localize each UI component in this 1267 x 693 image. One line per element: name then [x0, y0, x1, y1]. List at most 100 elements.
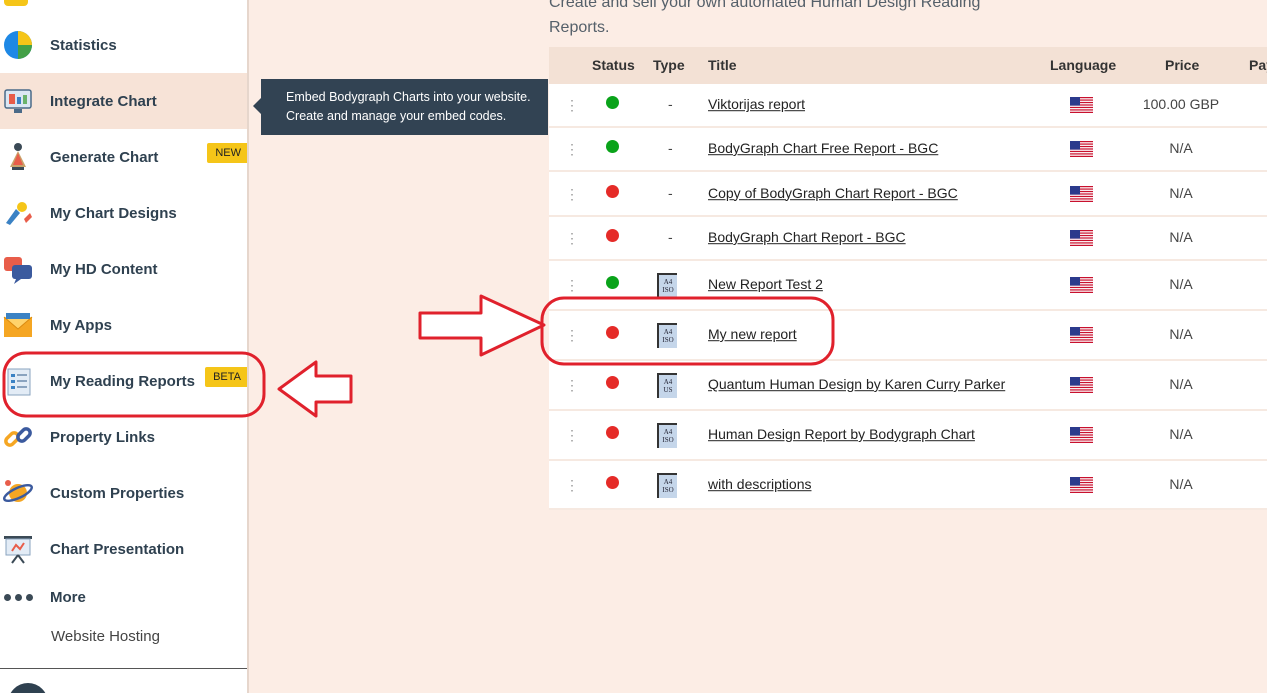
row-menu-icon[interactable]: ⋮ [565, 478, 579, 492]
pie-chart-icon [4, 31, 32, 59]
annotation-arrow-left [277, 360, 353, 418]
table-row[interactable]: ⋮ - BodyGraph Chart Report - BGC N/A [549, 217, 1267, 261]
sidebar-item-label: Property Links [50, 428, 156, 446]
beta-badge: BETA [205, 367, 247, 387]
table-header: Status Type Title Language Price Pay [549, 47, 1267, 84]
monitor-chart-icon [4, 89, 32, 113]
sidebar-divider [0, 668, 247, 669]
type-cell: - [668, 140, 673, 157]
avatar[interactable] [8, 683, 48, 693]
more-toggle[interactable]: More [50, 589, 86, 606]
us-flag-icon [1070, 141, 1093, 157]
tooltip-line-1: Embed Bodygraph Charts into your website… [286, 90, 531, 104]
envelope-icon [3, 313, 33, 337]
price-cell: N/A [1169, 376, 1193, 393]
sidebar-item-my-reading-reports[interactable]: My Reading Reports BETA [0, 353, 247, 409]
status-dot[interactable] [606, 326, 619, 339]
sidebar-item-label: My Chart Designs [50, 204, 177, 222]
price-cell: N/A [1169, 276, 1193, 293]
sidebar-item-statistics[interactable]: Statistics [0, 17, 247, 73]
table-row[interactable]: ⋮ A4 ISO My new report N/A [549, 311, 1267, 361]
row-menu-icon[interactable]: ⋮ [565, 328, 579, 342]
status-dot[interactable] [606, 140, 619, 153]
report-title-link[interactable]: Copy of BodyGraph Chart Report - BGC [708, 185, 958, 201]
more-dots-icon [4, 594, 33, 601]
table-row[interactable]: ⋮ - Copy of BodyGraph Chart Report - BGC N/… [549, 172, 1267, 217]
report-title-link[interactable]: BodyGraph Chart Free Report - BGC [708, 140, 938, 156]
document-format-icon: A4 ISO [657, 423, 677, 448]
row-menu-icon[interactable]: ⋮ [565, 428, 579, 442]
status-dot[interactable] [606, 184, 619, 198]
sidebar-item-my-apps[interactable]: My Apps [0, 297, 247, 353]
report-title-link[interactable]: New Report Test 2 [708, 276, 823, 292]
report-title-link[interactable]: BodyGraph Chart Report - BGC [708, 229, 906, 245]
report-title-link[interactable]: My new report [708, 326, 797, 342]
page-intro: Create and sell your own automated Human… [549, 0, 1249, 40]
status-dot[interactable] [606, 426, 619, 439]
us-flag-icon [1070, 277, 1093, 293]
column-header-language[interactable]: Language [1050, 57, 1116, 73]
row-menu-icon[interactable]: ⋮ [565, 187, 579, 201]
table-row[interactable]: ⋮ A4 ISO Human Design Report by Bodygraph C… [549, 411, 1267, 461]
sidebar-item-property-links[interactable]: Property Links [0, 409, 247, 465]
status-dot[interactable] [606, 475, 619, 489]
row-menu-icon[interactable]: ⋮ [565, 278, 579, 292]
integrate-chart-tooltip: Embed Bodygraph Charts into your website… [253, 79, 548, 135]
row-menu-icon[interactable]: ⋮ [565, 378, 579, 392]
column-header-status[interactable]: Status [592, 57, 635, 73]
report-title-link[interactable]: Quantum Human Design by Karen Curry Park… [708, 376, 1005, 392]
sidebar-item-chart-presentation[interactable]: Chart Presentation [0, 521, 247, 577]
sidebar-item-generate-chart[interactable]: Generate Chart NEW [0, 129, 247, 185]
sidebar: Statistics Integrate Chart Generate Char… [0, 0, 249, 693]
sidebar-item-custom-properties[interactable]: Custom Properties [0, 465, 247, 521]
table-row[interactable]: ⋮ - BodyGraph Chart Free Report - BGC N/A [549, 128, 1267, 172]
row-menu-icon[interactable]: ⋮ [565, 231, 579, 245]
intro-line-2: Reports. [549, 19, 610, 36]
price-cell: N/A [1169, 140, 1193, 157]
document-format-icon: A4 ISO [657, 472, 677, 498]
column-header-price[interactable]: Price [1165, 57, 1199, 73]
report-list-icon [7, 368, 31, 396]
column-header-type[interactable]: Type [653, 57, 685, 73]
column-header-title[interactable]: Title [708, 57, 737, 73]
sidebar-item-label: Generate Chart [50, 148, 159, 166]
type-cell: - [668, 229, 673, 246]
presentation-board-icon [4, 536, 32, 564]
sidebar-item-label: Custom Properties [50, 484, 185, 502]
status-dot[interactable] [606, 276, 619, 289]
table-row[interactable]: ⋮ A4 ISO with descriptions N/A [549, 461, 1267, 510]
report-title-link[interactable]: Viktorijas report [708, 96, 805, 112]
us-flag-icon [1070, 427, 1093, 443]
sidebar-item-label: Chart Presentation [50, 540, 185, 558]
report-title-link[interactable]: Human Design Report by Bodygraph Chart [708, 426, 975, 442]
table-row[interactable]: ⋮ A4 US Quantum Human Design by Karen Curry… [549, 361, 1267, 411]
status-dot[interactable] [606, 229, 619, 242]
sidebar-item-my-chart-designs[interactable]: My Chart Designs [0, 185, 247, 241]
us-flag-icon [1070, 185, 1093, 202]
type-cell: - [668, 184, 673, 201]
row-menu-icon[interactable]: ⋮ [565, 98, 579, 112]
us-flag-icon [1070, 97, 1093, 113]
sidebar-item-integrate-chart[interactable]: Integrate Chart [0, 73, 247, 129]
status-dot[interactable] [606, 376, 619, 389]
planet-icon [2, 480, 34, 503]
sidebar-item-my-hd-content[interactable]: My HD Content [0, 241, 247, 297]
table-row[interactable]: ⋮ A4 ISO New Report Test 2 N/A [549, 261, 1267, 311]
chain-link-icon [4, 427, 32, 447]
intro-line-1: Create and sell your own automated Human… [549, 0, 981, 11]
report-title-link[interactable]: with descriptions [708, 476, 812, 492]
type-cell: - [668, 96, 673, 113]
us-flag-icon [1070, 230, 1093, 246]
price-cell: N/A [1169, 326, 1193, 343]
price-cell: N/A [1169, 426, 1193, 443]
us-flag-icon [1070, 377, 1093, 393]
status-dot[interactable] [606, 96, 619, 109]
sidebar-item-label: Statistics [50, 36, 117, 54]
website-hosting-link[interactable]: Website Hosting [51, 628, 160, 645]
top-partial-icon [4, 0, 28, 6]
column-header-pay[interactable]: Pay [1249, 57, 1267, 73]
table-row[interactable]: ⋮ - Viktorijas report 100.00 GBP [549, 84, 1267, 128]
document-format-icon: A4 ISO [657, 273, 677, 298]
price-cell: N/A [1169, 229, 1193, 246]
row-menu-icon[interactable]: ⋮ [565, 142, 579, 156]
